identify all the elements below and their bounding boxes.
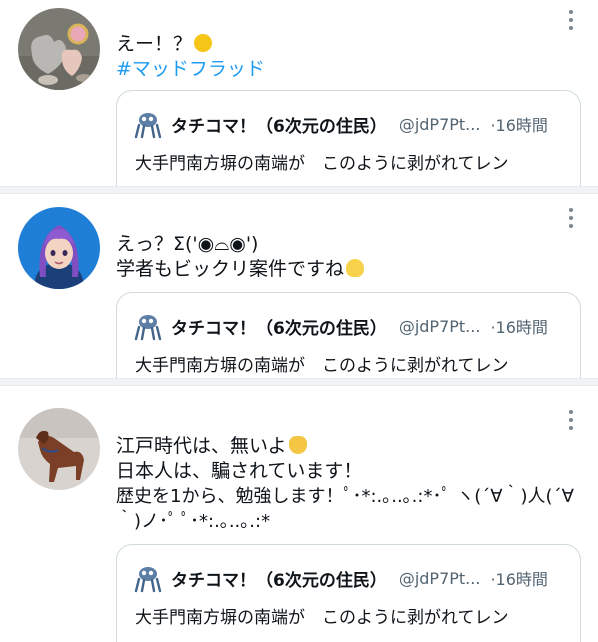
tweet-text-line: ｀)ノ･ﾟ ﾟ･*:.｡..｡.:* [116,511,271,532]
avatar[interactable] [18,207,100,289]
quoted-display-name: タチコマ！（6次元の住民） [171,570,387,591]
quoted-handle: @jdP7Pt... [398,114,481,134]
quoted-display-name: タチコマ！（6次元の住民） [171,116,387,137]
quoted-tweet-header: タチコマ！（6次元の住民） @jdP7Pt... ·16時間 [133,109,548,139]
tachikoma-avatar-icon [133,563,163,593]
victory-hand-emoji [288,436,307,454]
tachikoma-avatar-icon [133,109,163,139]
light-bulb-emoji [346,259,365,277]
avatar[interactable] [18,408,100,490]
quoted-tweet-text: 大手門南方塀の南端が このように剥がれてレン [135,608,509,628]
tweet-2[interactable]: えっ？Σ('◉⌓◉') 学者もビックリ案件ですね タチコマ！（6次元の住民） @… [0,194,598,378]
tweet-1[interactable]: えー！？ #マッドフラッド タチコマ！（6次元の住民） @jdP7Pt... ·… [0,0,598,186]
separator [0,186,598,194]
quoted-tweet-text: 大手門南方塀の南端が このように剥がれてレン [135,154,509,174]
quoted-handle: @jdP7Pt... [398,568,481,588]
tweet-text-line: 江戸時代は、無いよ [116,434,307,459]
separator [0,378,598,386]
hashtag-link[interactable]: #マッドフラッド [116,57,265,82]
tweet-text-line: えっ？Σ('◉⌓◉') [116,233,259,255]
quoted-display-name: タチコマ！（6次元の住民） [171,318,387,339]
more-options-icon[interactable] [562,206,580,230]
quoted-handle: @jdP7Pt... [398,316,481,336]
tweet-text-line: 日本人は、騙されています！ [116,460,363,482]
quoted-tweet[interactable]: タチコマ！（6次元の住民） @jdP7Pt... ·16時間 大手門南方塀の南端… [116,90,581,186]
tweet-3[interactable]: 江戸時代は、無いよ 日本人は、騙されています！ 歴史を1から、勉強します！ﾟ･*… [0,386,598,642]
tweet-text-line: えー！？ [116,32,213,57]
quoted-timestamp[interactable]: ·16時間 [490,112,547,136]
quoted-tweet-header: タチコマ！（6次元の住民） @jdP7Pt... ·16時間 [133,311,548,341]
shushing-face-emoji [194,34,213,52]
quoted-tweet-header: タチコマ！（6次元の住民） @jdP7Pt... ·16時間 [133,563,548,593]
more-options-icon[interactable] [562,8,580,32]
quoted-tweet[interactable]: タチコマ！（6次元の住民） @jdP7Pt... ·16時間 大手門南方塀の南端… [116,292,581,378]
quoted-timestamp[interactable]: ·16時間 [490,566,547,590]
tweet-text-line: 学者もビックリ案件ですね [116,257,365,282]
avatar[interactable] [18,8,100,90]
quoted-timestamp[interactable]: ·16時間 [490,314,547,338]
quoted-tweet[interactable]: タチコマ！（6次元の住民） @jdP7Pt... ·16時間 大手門南方塀の南端… [116,544,581,642]
tachikoma-avatar-icon [133,311,163,341]
tweet-text-line: 歴史を1から、勉強します！ﾟ･*:.｡..｡.:*･ﾟ ヽ(´∀｀)人(´∀ [116,486,574,507]
quoted-tweet-text: 大手門南方塀の南端が このように剥がれてレン [135,356,509,376]
more-options-icon[interactable] [562,408,580,432]
